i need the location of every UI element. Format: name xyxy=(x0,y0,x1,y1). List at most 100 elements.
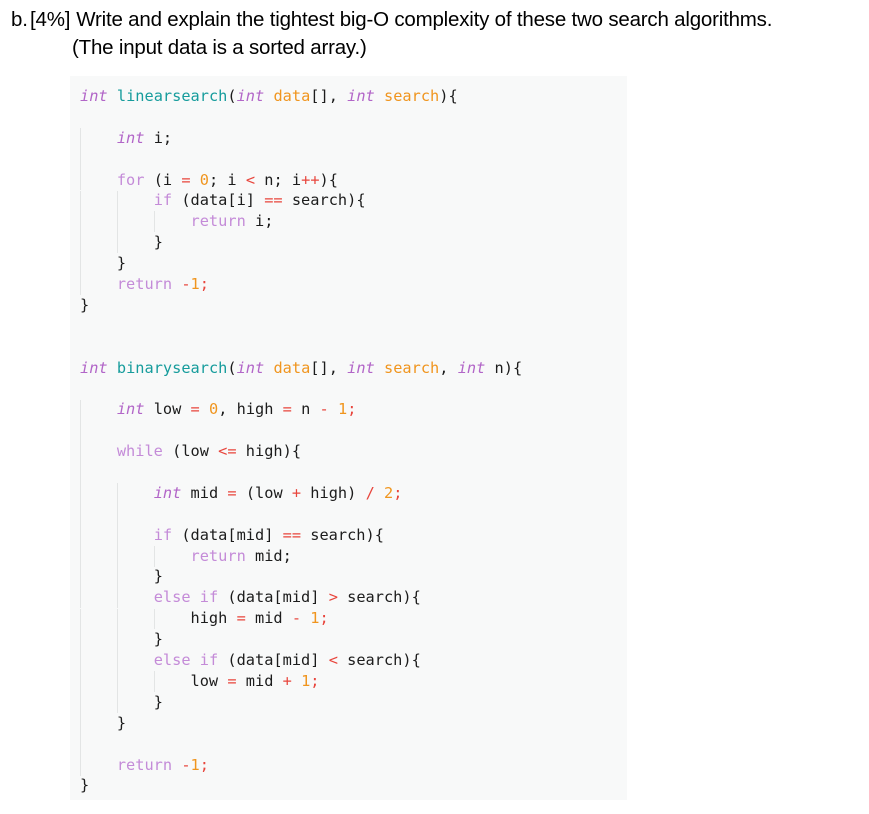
code-line: } xyxy=(80,713,627,734)
code-token-keyword: if xyxy=(199,588,219,607)
code-line: int linearsearch(int data[], int search)… xyxy=(80,86,627,107)
code-token-operator: ++ xyxy=(301,170,320,189)
code-line: else if (data[mid] < search){ xyxy=(80,650,627,671)
code-token-plain: , high xyxy=(218,400,283,419)
code-token-plain: search){ xyxy=(282,191,366,210)
code-token-type: int xyxy=(153,483,182,502)
question-subtext: (The input data is a sorted array.) xyxy=(72,36,367,59)
code-token-plain: low xyxy=(190,671,228,690)
code-line: } xyxy=(80,566,627,587)
code-line: high = mid - 1; xyxy=(80,608,627,629)
code-token-plain: high xyxy=(190,609,237,628)
code-line: } xyxy=(80,629,627,650)
code-token-operator: = xyxy=(236,609,246,628)
code-token-punct: ( xyxy=(227,358,237,377)
code-line: while (low <= high){ xyxy=(80,441,627,462)
code-token-punct: } xyxy=(153,692,163,711)
code-token-punct: } xyxy=(116,254,127,273)
code-content: int linearsearch(int data[], int search)… xyxy=(70,76,627,796)
code-line: int mid = (low + high) / 2; xyxy=(80,483,627,504)
code-token-operator: > xyxy=(328,588,338,607)
code-token-plain: i; xyxy=(245,212,274,231)
code-token-keyword: if xyxy=(153,191,173,210)
code-token-operator: = xyxy=(181,170,191,189)
code-token-keyword: while xyxy=(116,442,163,461)
code-token-number: 2 xyxy=(384,483,394,502)
code-line: if (data[mid] == search){ xyxy=(80,525,627,546)
code-token-type: int xyxy=(116,400,145,419)
code-token-keyword: else xyxy=(153,651,191,670)
code-token-plain: high){ xyxy=(236,442,302,461)
code-token-keyword: else xyxy=(153,588,191,607)
code-token-punct: } xyxy=(153,567,163,586)
code-line: } xyxy=(80,692,627,713)
code-token-plain: (low xyxy=(236,483,292,502)
code-token-type: int xyxy=(347,358,375,377)
code-line: for (i = 0; i < n; i++){ xyxy=(80,170,627,191)
code-token-number: 1 xyxy=(301,671,311,690)
question-marker: b. xyxy=(11,8,28,31)
code-token-keyword: return xyxy=(190,212,246,231)
code-token-keyword: return xyxy=(116,755,173,774)
code-token-plain: (data[i] xyxy=(172,191,265,210)
code-token-type: int xyxy=(347,87,375,105)
question-text: Write and explain the tightest big-O com… xyxy=(76,8,773,31)
code-token-punct: ){ xyxy=(319,170,338,189)
code-token-operator: <= xyxy=(218,442,237,461)
code-token-operator: = xyxy=(190,400,200,419)
code-token-operator: = xyxy=(227,483,237,502)
code-line: return -1; xyxy=(80,755,627,776)
code-token-operator: == xyxy=(282,525,302,544)
code-token-punct: ){ xyxy=(439,87,458,105)
code-token-keyword: for xyxy=(116,170,145,189)
code-token-keyword: return xyxy=(116,275,173,294)
code-token-operator: = xyxy=(282,400,292,419)
code-token-punct: [], xyxy=(310,87,348,105)
code-token-operator: - xyxy=(181,275,191,294)
code-token-plain: mid xyxy=(245,609,292,628)
code-token-operator: - xyxy=(291,609,302,628)
code-token-operator: < xyxy=(328,651,338,670)
code-token-operator: + xyxy=(282,671,292,690)
code-token-param: search xyxy=(384,87,440,105)
code-token-type: int xyxy=(116,128,145,147)
code-token-plain: low xyxy=(144,400,191,419)
code-line: low = mid + 1; xyxy=(80,671,627,692)
code-token-punct: } xyxy=(80,776,90,795)
code-line: } xyxy=(80,253,627,274)
code-token-punct: , xyxy=(439,358,458,377)
code-token-type: int xyxy=(80,358,108,377)
code-token-operator: / xyxy=(365,483,375,502)
code-line: int binarysearch(int data[], int search,… xyxy=(80,358,627,379)
code-token-operator: == xyxy=(264,191,283,210)
code-block: int linearsearch(int data[], int search)… xyxy=(70,76,627,800)
code-token-plain: (data[mid] xyxy=(218,588,329,607)
code-token-plain: ; i xyxy=(208,170,246,189)
code-token-number: 1 xyxy=(337,400,348,419)
code-token-type: int xyxy=(80,87,108,105)
code-token-param: data xyxy=(273,358,311,377)
code-token-plain: n xyxy=(291,400,320,419)
code-token-operator: ; xyxy=(199,755,209,774)
code-line: } xyxy=(80,295,627,316)
code-token-operator: ; xyxy=(319,609,329,628)
code-token-plain: (low xyxy=(162,442,219,461)
code-token-operator: + xyxy=(291,483,302,502)
code-token-plain: search){ xyxy=(337,651,421,670)
code-line: } xyxy=(80,232,627,253)
code-token-func: binarysearch xyxy=(116,358,228,377)
code-token-plain: mid xyxy=(181,483,228,502)
code-token-plain: search){ xyxy=(301,525,384,544)
code-line: int low = 0, high = n - 1; xyxy=(80,399,627,420)
